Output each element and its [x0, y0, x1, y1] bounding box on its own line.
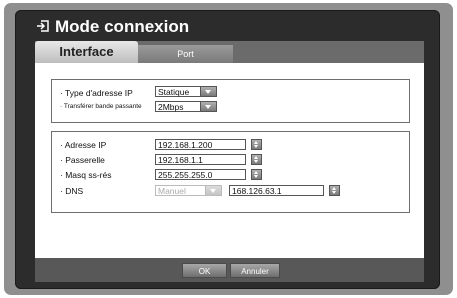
gateway-field[interactable]: 192.168.1.1 — [155, 154, 246, 165]
ip-type-value: Statique — [158, 87, 190, 97]
chevron-down-icon — [200, 102, 216, 111]
dns-field[interactable]: 168.126.63.1 — [229, 185, 324, 196]
bandwidth-label: · Transférer bande passante — [60, 103, 142, 110]
dns-label: · DNS — [60, 186, 84, 196]
dns-spinner[interactable] — [329, 185, 340, 196]
subnet-mask-label: · Masq ss-rés — [60, 170, 112, 180]
bandwidth-select[interactable]: 2Mbps — [155, 101, 217, 112]
dialog-title-text: Mode connexion — [55, 17, 190, 36]
ip-address-field[interactable]: 192.168.1.200 — [155, 139, 246, 150]
chevron-down-icon — [205, 186, 221, 195]
dns-mode-value: Manuel — [158, 186, 186, 196]
subnet-mask-spinner[interactable] — [251, 169, 262, 180]
ip-address-spinner[interactable] — [251, 139, 262, 150]
ok-button[interactable]: OK — [182, 263, 227, 278]
subnet-mask-field[interactable]: 255.255.255.0 — [155, 169, 246, 180]
cancel-button[interactable]: Annuler — [230, 263, 280, 278]
ip-type-select[interactable]: Statique — [155, 86, 217, 97]
transfer-settings-group — [51, 79, 410, 123]
bandwidth-value: 2Mbps — [158, 102, 184, 112]
chevron-down-icon — [200, 87, 216, 96]
ip-type-label: · Type d'adresse IP — [60, 88, 133, 98]
gateway-spinner[interactable] — [251, 154, 262, 165]
gateway-label: · Passerelle — [60, 155, 105, 165]
dialog-title: Mode connexion — [36, 17, 189, 37]
connection-mode-icon — [37, 20, 49, 32]
dns-mode-select: Manuel — [155, 185, 222, 196]
ip-address-label: · Adresse IP — [60, 140, 107, 150]
tab-port[interactable]: Port — [138, 45, 233, 63]
tab-interface[interactable]: Interface — [35, 41, 138, 63]
